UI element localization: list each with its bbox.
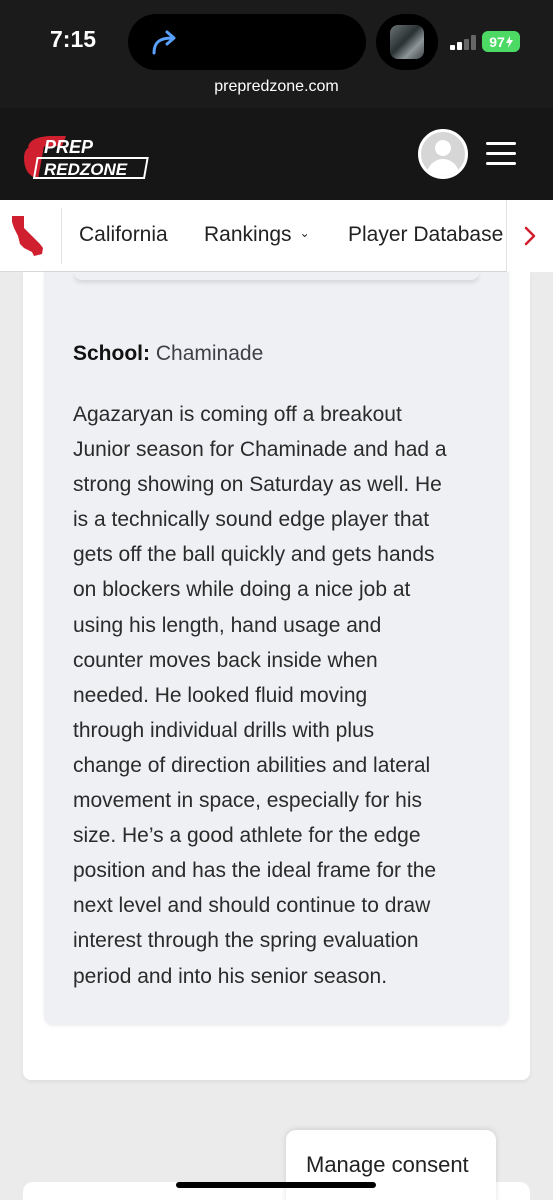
nav-item-player-database[interactable]: Player Database: [348, 223, 503, 247]
battery-indicator: 97: [482, 31, 520, 52]
california-shape-icon: [12, 216, 43, 256]
bio-line: needed. He looked fluid moving: [73, 683, 368, 707]
avatar-body-shape: [427, 159, 459, 176]
bio-line: on blockers while doing a nice job at: [73, 578, 411, 602]
school-value: Chaminade: [155, 342, 264, 365]
hamburger-menu-icon[interactable]: [486, 142, 516, 166]
player-evaluation-panel: School: Chaminade Agazaryan is coming of…: [44, 272, 509, 1025]
bio-line: counter moves back inside when: [73, 648, 378, 672]
school-label: School:: [73, 342, 150, 365]
bio-line: interest through the spring evaluation: [73, 929, 419, 953]
manage-consent-button[interactable]: Manage consent: [286, 1130, 496, 1200]
bio-line: Agazaryan is coming off a breakout: [73, 403, 402, 426]
logo-line1: PREP: [44, 137, 94, 157]
chevron-right-icon: [524, 226, 536, 246]
bio-line: strong showing on Saturday as well. He: [73, 473, 442, 497]
bio-line: through individual drills with plus: [73, 718, 375, 742]
redirect-arrow-icon: [152, 30, 176, 55]
player-profile-card: School: Chaminade Agazaryan is coming of…: [23, 272, 530, 1080]
home-indicator[interactable]: [176, 1182, 376, 1188]
logo-line2: REDZONE: [44, 160, 128, 179]
bio-line: size. He’s a good athlete for the edge: [73, 824, 421, 848]
bio-line: gets off the ball quickly and gets hands: [73, 543, 435, 567]
bio-line: is a technically sound edge player that: [73, 508, 430, 532]
upper-card-edge: [74, 272, 479, 280]
california-state-icon[interactable]: [0, 208, 62, 264]
nav-item-rankings[interactable]: Rankings ⌄: [204, 223, 310, 247]
nav-item-label: Player Database: [348, 223, 504, 246]
player-evaluation-text: Agazaryan is coming off a breakout Junio…: [73, 397, 493, 994]
prep-redzone-logo[interactable]: PREP REDZONE: [22, 133, 150, 183]
bio-line: position and has the ideal frame for the: [73, 859, 437, 883]
nav-item-california[interactable]: California: [79, 223, 168, 247]
status-bar: 7:15 97 prepredzone.com: [0, 0, 553, 108]
avatar-head-shape: [435, 140, 451, 156]
status-time: 7:15: [50, 26, 97, 52]
bio-line: movement in space, especially for his: [73, 789, 422, 813]
cellular-signal-icon: [450, 34, 478, 50]
media-thumbnail-image: [390, 25, 424, 59]
school-info: School: Chaminade: [73, 342, 263, 366]
manage-consent-label: Manage consent: [306, 1152, 469, 1177]
bio-line: change of direction abilities and latera…: [73, 753, 431, 777]
user-avatar[interactable]: [418, 129, 468, 179]
battery-level: 97: [489, 33, 505, 50]
media-thumbnail: [376, 14, 438, 70]
region-nav: California Rankings ⌄ Player Database: [0, 200, 553, 272]
nav-scroll-right-button[interactable]: [506, 200, 553, 272]
bio-line: using his length, hand usage and: [73, 613, 382, 637]
nav-item-label: California: [79, 223, 168, 246]
nav-item-label: Rankings: [204, 223, 292, 246]
charging-bolt-icon: [505, 35, 513, 48]
bio-line: Junior season for Chaminade and had a: [73, 438, 447, 462]
site-header: PREP REDZONE: [0, 108, 553, 200]
dynamic-island: [128, 14, 366, 70]
address-bar-url[interactable]: prepredzone.com: [0, 78, 553, 96]
bio-line: next level and should continue to draw: [73, 894, 431, 918]
bio-line: period and into his senior season.: [73, 964, 388, 988]
chevron-down-icon: ⌄: [299, 226, 310, 240]
